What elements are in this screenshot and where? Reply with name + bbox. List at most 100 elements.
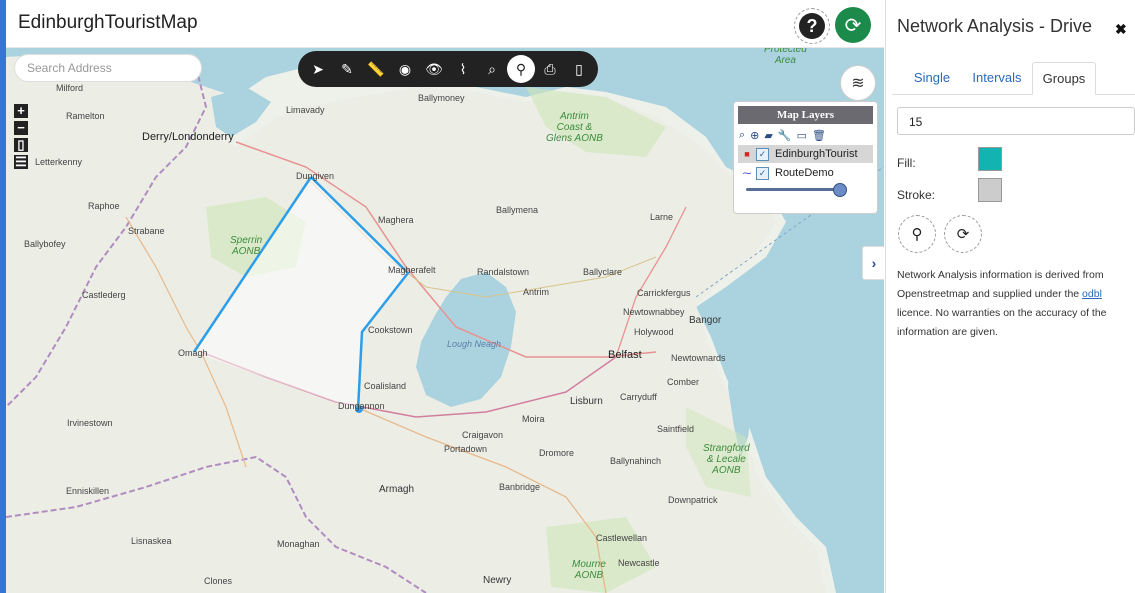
map-label: Mourne AONB [572, 559, 606, 581]
map-label: Larne [650, 212, 674, 222]
close-icon[interactable]: ✖ [1115, 21, 1127, 38]
map-label: Raphoe [88, 201, 120, 211]
app-title: EdinburghTouristMap [18, 12, 198, 33]
layer-visibility-checkbox[interactable]: ✓ [756, 147, 769, 161]
map-layers-panel: Map Layers ⌕ ⊕ ▰ 🔧 ▭ 🗑 ■ ✓ EdinburghTour… [733, 101, 878, 214]
help-icon: ? [799, 13, 825, 39]
map-label: Belfast [608, 349, 642, 361]
tab-single[interactable]: Single [902, 62, 962, 93]
map-label: Coalisland [364, 381, 407, 391]
search-map-icon[interactable]: ⌕ [478, 55, 506, 83]
line-symbol-icon: ⁓ [742, 167, 752, 178]
comment-icon[interactable]: ▭ [797, 129, 807, 142]
map-label: Moira [522, 414, 545, 424]
map-label: Ballyclare [583, 267, 623, 277]
map-label: Lisnaskea [131, 536, 172, 546]
draw-icon[interactable]: ✎ [333, 55, 361, 83]
map-label: Holywood [634, 327, 674, 337]
legend-list-button[interactable]: ☰ [14, 155, 28, 169]
visibility-icon[interactable]: 👁 [420, 55, 448, 83]
map-label: Newry [483, 575, 512, 586]
select-arrow-icon[interactable]: ➤ [304, 55, 332, 83]
map-label: Omagh [178, 348, 208, 358]
map-label: Ballybofey [24, 239, 66, 249]
layer-name: RouteDemo [775, 167, 834, 179]
map-label: Craigavon [462, 430, 504, 440]
zoom-box-button[interactable]: ▯ [14, 138, 28, 152]
fill-color-picker[interactable] [978, 147, 1002, 171]
map-label: Carrickfergus [637, 288, 691, 298]
add-icon[interactable]: ⊕ [750, 129, 759, 142]
search-icon[interactable]: ⌕ [739, 129, 745, 142]
map-canvas[interactable]: Milford Ramelton Derry/Londonderry Limav… [6, 47, 884, 593]
map-label: Bangor [689, 315, 722, 326]
map-label: Strabane [128, 226, 165, 236]
measure-icon[interactable]: 📏 [362, 55, 390, 83]
map-label: Lough Neagh [447, 339, 502, 349]
map-label: Newcastle [618, 558, 660, 568]
bookmark-icon[interactable]: ▯ [565, 55, 593, 83]
coordinates-icon[interactable]: ◉ [391, 55, 419, 83]
folder-icon[interactable]: ▰ [764, 129, 772, 142]
map-label: Armagh [379, 484, 415, 495]
group-value-input[interactable] [907, 114, 1131, 130]
network-analysis-icon[interactable]: ⚲ [507, 55, 535, 83]
chevron-right-icon: › [871, 255, 877, 271]
network-analysis-panel: Network Analysis - Drive ✖ Single Interv… [885, 0, 1135, 593]
route-icon[interactable]: ⌇ [449, 55, 477, 83]
map-pin-icon: ⚲ [911, 226, 923, 243]
map-label: Ramelton [66, 111, 105, 121]
tab-intervals[interactable]: Intervals [962, 62, 1032, 93]
map-label: Newtownabbey [623, 307, 685, 317]
panel-title: Network Analysis - Drive [897, 16, 1093, 36]
map-label: Antrim Coast & Glens AONB [546, 111, 603, 144]
group-value-field[interactable] [897, 107, 1135, 135]
layers-icon: ≋ [851, 75, 865, 92]
layer-row-routedemo[interactable]: ⁓ ✓ RouteDemo [738, 164, 873, 182]
map-label: Irvinestown [67, 418, 113, 428]
layer-visibility-checkbox[interactable]: ✓ [756, 166, 769, 180]
print-icon[interactable]: ⎙ [536, 55, 564, 83]
map-label: Maghera [378, 215, 414, 225]
map-label: Lisburn [570, 396, 603, 407]
map-label: Enniskillen [66, 486, 110, 496]
map-label: Newtownards [671, 353, 726, 363]
map-label: Ballymoney [418, 93, 465, 103]
collapse-panel-button[interactable]: › [862, 246, 884, 280]
map-label: Randalstown [477, 267, 530, 277]
map-label: Milford [56, 83, 84, 93]
slider-handle[interactable] [833, 183, 847, 197]
search-input[interactable] [25, 60, 199, 76]
odbl-link[interactable]: odbl [1082, 288, 1102, 300]
map-label: Ballymena [496, 205, 539, 215]
map-label: Letterkenny [35, 157, 83, 167]
tab-groups[interactable]: Groups [1032, 62, 1096, 95]
map-toolbar: ➤ ✎ 📏 ◉ 👁 ⌇ ⌕ ⚲ ⎙ ▯ [298, 51, 598, 87]
map-label: Downpatrick [668, 495, 718, 505]
map-label: Monaghan [277, 539, 320, 549]
trash-icon[interactable]: 🗑 [812, 129, 826, 142]
layer-row-edinburghtourist[interactable]: ■ ✓ EdinburghTourist [738, 145, 873, 163]
place-marker-button[interactable]: ⚲ [898, 215, 936, 253]
layers-toggle-button[interactable]: ≋ [840, 65, 876, 101]
point-symbol-icon: ■ [744, 149, 750, 159]
map-label: Clones [204, 576, 233, 586]
map-label: Derry/Londonderry [142, 131, 234, 143]
map-label: Antrim [523, 287, 550, 297]
layers-toolbar: ⌕ ⊕ ▰ 🔧 ▭ 🗑 [734, 124, 877, 144]
zoom-in-button[interactable]: + [14, 104, 28, 118]
map-label: Cookstown [368, 325, 413, 335]
map-label: Castlederg [82, 290, 126, 300]
map-label: Sperrin AONB [230, 235, 263, 257]
zoom-out-button[interactable]: − [14, 121, 28, 135]
analysis-tabs: Single Intervals Groups [892, 62, 1135, 95]
layer-opacity-slider[interactable] [746, 183, 847, 197]
map-label: Limavady [286, 105, 325, 115]
refresh-button[interactable]: ⟳ [835, 7, 871, 43]
wrench-icon[interactable]: 🔧 [778, 129, 792, 142]
search-address[interactable] [14, 54, 202, 82]
map-label: Carryduff [620, 392, 657, 402]
help-button[interactable]: ? [794, 8, 830, 44]
stroke-color-picker[interactable] [978, 178, 1002, 202]
reset-analysis-button[interactable]: ⟳ [944, 215, 982, 253]
